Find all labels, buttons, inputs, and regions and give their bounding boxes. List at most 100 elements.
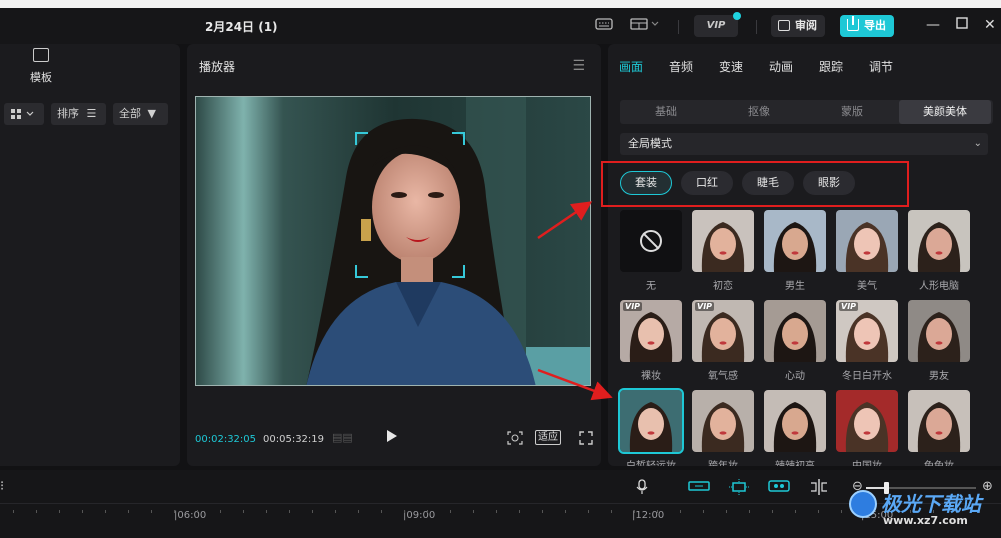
preset-card[interactable] (908, 300, 970, 362)
fit-button[interactable]: 适应 (535, 430, 561, 445)
tab-4[interactable]: 跟踪 (819, 58, 843, 75)
ruler-tick (795, 510, 796, 513)
vip-badge: VIP (623, 302, 643, 311)
preset-label: 氧气感 (708, 371, 738, 382)
split-screen-icon[interactable] (809, 479, 829, 499)
fullscreen-icon[interactable] (579, 431, 593, 448)
ruler-tick (611, 510, 612, 513)
mode-dropdown[interactable]: 全局模式 ⌄ (620, 133, 988, 155)
ruler-tick (174, 510, 175, 513)
preset-card[interactable]: VIP (692, 300, 754, 362)
preset-card[interactable] (618, 388, 684, 454)
ruler-tick (335, 510, 336, 513)
portrait-thumbnail (773, 312, 817, 362)
ruler-tick (818, 510, 819, 513)
preset-label: 辣辣初高 (764, 457, 826, 466)
preset-card[interactable]: VIP (836, 300, 898, 362)
preset-card[interactable] (764, 210, 826, 272)
preset-card[interactable] (692, 390, 754, 452)
tab-2[interactable]: 变速 (719, 58, 743, 75)
portrait-thumbnail (917, 222, 961, 272)
sort-icon: ☰ (86, 107, 97, 120)
preset-card[interactable] (908, 210, 970, 272)
layout-icon[interactable] (630, 17, 660, 35)
current-time: 00:02:32:05 (195, 434, 257, 445)
preset-card[interactable] (692, 210, 754, 272)
export-button[interactable]: 导出 (840, 15, 894, 37)
preset-label: 裸妆 (641, 371, 661, 382)
ruler-tick (542, 510, 543, 513)
ruler-tick (657, 510, 658, 513)
chevron-down-icon: ⌄ (973, 138, 982, 149)
preset-card[interactable] (836, 210, 898, 272)
close-icon[interactable]: ✕ (984, 17, 996, 33)
view-toggle-button[interactable] (4, 103, 44, 125)
template-icon[interactable] (33, 48, 49, 62)
separator (756, 20, 757, 34)
preset-label: 人形电脑 (919, 281, 959, 292)
export-icon (847, 16, 859, 31)
microphone-icon[interactable] (636, 479, 648, 499)
ruler-tick (519, 510, 520, 513)
portrait-thumbnail (701, 222, 745, 272)
minimize-icon[interactable]: — (926, 17, 940, 33)
snap-icon[interactable] (729, 479, 749, 499)
subtab-bar: 基础 抠像 蒙版 美颜美体 (620, 100, 993, 124)
review-button[interactable]: 审阅 (771, 15, 825, 37)
tab-3[interactable]: 动画 (769, 58, 793, 75)
review-label: 审阅 (795, 19, 817, 32)
ruler-tick (381, 510, 382, 513)
preset-card[interactable]: VIP (620, 300, 682, 362)
linkage-icon[interactable] (768, 479, 790, 497)
app-window: 2月24日 (1) VIP 审阅 导出 — ✕ 模板 排序 ☰ 全部 ▼ 播放器… (0, 0, 1001, 538)
preset-label: 中国妆 (836, 457, 898, 466)
preset-card[interactable] (620, 210, 682, 272)
ruler-tick (749, 510, 750, 513)
ruler-tick (358, 510, 359, 513)
template-tab-label[interactable]: 模板 (30, 69, 52, 85)
tab-5[interactable]: 调节 (869, 58, 893, 75)
ruler-tick (404, 510, 405, 513)
ruler-tick (496, 510, 497, 513)
preset-label: 美气 (857, 281, 877, 292)
ruler-tick (128, 510, 129, 513)
subtab-3[interactable]: 美颜美体 (899, 100, 991, 124)
preset-label: 男友 (929, 371, 949, 382)
subtab-0[interactable]: 基础 (620, 100, 712, 124)
preset-card[interactable] (908, 390, 970, 452)
review-icon (778, 20, 790, 31)
tab-0[interactable]: 画面 (619, 58, 643, 75)
ruler-tick (680, 510, 681, 513)
maximize-icon[interactable] (956, 17, 968, 33)
none-icon (640, 230, 662, 252)
preset-card[interactable] (836, 390, 898, 452)
sort-button[interactable]: 排序 ☰ (51, 103, 106, 125)
filter-button[interactable]: 全部 ▼ (113, 103, 168, 125)
preset-card[interactable] (764, 390, 826, 452)
play-icon[interactable] (387, 430, 397, 442)
zoom-icon[interactable] (507, 431, 523, 448)
split-icon[interactable]: ⁝ (0, 479, 4, 494)
notification-dot (733, 12, 741, 20)
portrait-thumbnail (773, 222, 817, 272)
grid-icon[interactable]: ▤▤ (332, 431, 353, 444)
tab-1[interactable]: 音频 (669, 58, 693, 75)
portrait-thumbnail (701, 402, 745, 452)
ruler-tick (841, 510, 842, 513)
separator (678, 20, 679, 34)
preset-label: 心动 (785, 371, 805, 382)
link-clip-icon[interactable] (688, 479, 710, 497)
ruler-tick (289, 510, 290, 513)
preset-label: 跨年妆 (692, 457, 754, 466)
subtab-2[interactable]: 蒙版 (806, 100, 898, 124)
top-strip (0, 0, 1001, 8)
subtab-1[interactable]: 抠像 (713, 100, 805, 124)
vip-button[interactable]: VIP (694, 12, 741, 37)
keyboard-icon[interactable] (595, 17, 613, 35)
ruler-tick (565, 510, 566, 513)
ruler-tick (59, 510, 60, 513)
portrait-thumbnail (917, 402, 961, 452)
menu-icon[interactable]: ☰ (572, 58, 585, 74)
total-time: 00:05:32:19 (263, 434, 325, 445)
preset-card[interactable] (764, 300, 826, 362)
